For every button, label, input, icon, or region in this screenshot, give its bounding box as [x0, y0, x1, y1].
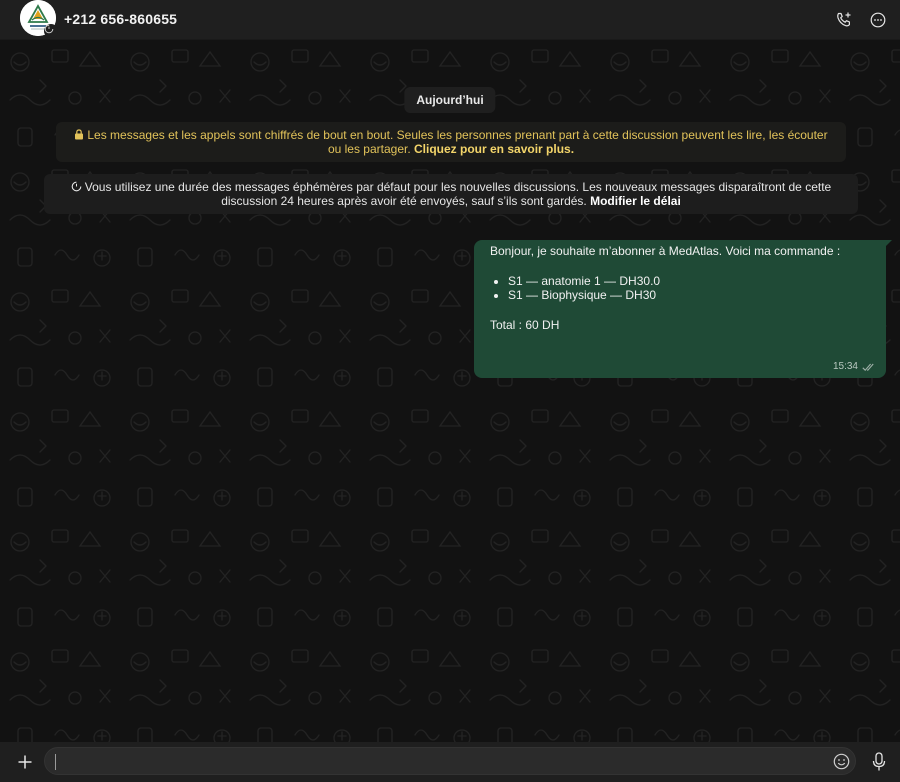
text-caret: [55, 754, 56, 770]
double-check-icon: [862, 363, 874, 371]
message-time: 15:34: [832, 361, 858, 372]
message-input[interactable]: [55, 752, 819, 772]
attach-button[interactable]: [14, 751, 36, 773]
ephemeral-messages-notice[interactable]: Vous utilisez une durée des messages éph…: [44, 174, 858, 214]
emoji-icon: [833, 753, 849, 769]
add-call-icon: [837, 12, 851, 27]
order-items-list: S1 — anatomie 1 — DH30.0 S1 — Biophysiqu…: [490, 274, 876, 302]
avatar[interactable]: [20, 0, 58, 38]
outgoing-message-bubble[interactable]: Bonjour, je souhaite m’abonner à MedAtla…: [474, 240, 886, 378]
more-options-button[interactable]: [867, 9, 889, 31]
microphone-icon: [872, 752, 886, 771]
emoji-button[interactable]: [831, 751, 851, 771]
encryption-notice[interactable]: Les messages et les appels sont chiffrés…: [56, 122, 846, 162]
order-item: S1 — Biophysique — DH30: [508, 288, 876, 302]
date-separator: Aujourd’hui: [404, 87, 496, 113]
disappearing-timer-badge: [44, 24, 58, 38]
message-meta: 15:34: [833, 360, 876, 374]
learn-more-link[interactable]: Cliquez pour en savoir plus.: [414, 142, 574, 156]
lock-icon: [75, 129, 84, 140]
order-item: S1 — anatomie 1 — DH30.0: [508, 274, 876, 288]
bubble-tail: [884, 240, 892, 248]
add-call-button[interactable]: [833, 9, 855, 31]
timer-icon: [44, 24, 54, 34]
voice-message-button[interactable]: [868, 750, 890, 774]
more-options-icon: [870, 12, 886, 28]
message-intro: Bonjour, je souhaite m’abonner à MedAtla…: [490, 244, 841, 258]
ephemeral-notice-text: Vous utilisez une durée des messages éph…: [84, 180, 832, 208]
contact-name[interactable]: +212 656-860655: [64, 11, 177, 27]
message-input-wrapper[interactable]: [44, 747, 856, 775]
change-timer-link[interactable]: Modifier le délai: [590, 194, 681, 208]
message-composer: [0, 742, 900, 782]
plus-icon: [18, 755, 32, 769]
timer-icon: [71, 181, 82, 192]
chat-header: +212 656-860655: [0, 0, 900, 40]
order-total: Total : 60 DH: [490, 318, 560, 332]
message-list[interactable]: Aujourd’hui Les messages et les appels s…: [0, 40, 900, 742]
whatsapp-chat-window: +212 656-860655 Aujourd’hui Les messages…: [0, 0, 900, 782]
